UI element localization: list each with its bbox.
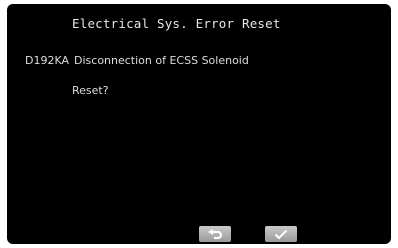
display-bezel: Electrical Sys. Error Reset D192KA Discon… [0, 0, 398, 248]
reset-prompt: Reset? [72, 84, 109, 97]
error-description: Disconnection of ECSS Solenoid [74, 54, 249, 67]
page-title: Electrical Sys. Error Reset [72, 16, 281, 31]
undo-arrow-icon [207, 228, 223, 240]
error-code: D192KA [25, 54, 70, 67]
back-button[interactable] [199, 226, 231, 242]
display-screen: Electrical Sys. Error Reset D192KA Discon… [7, 4, 391, 244]
checkmark-icon [274, 229, 288, 240]
confirm-button[interactable] [265, 226, 297, 242]
error-row: D192KA Disconnection of ECSS Solenoid [25, 54, 249, 67]
